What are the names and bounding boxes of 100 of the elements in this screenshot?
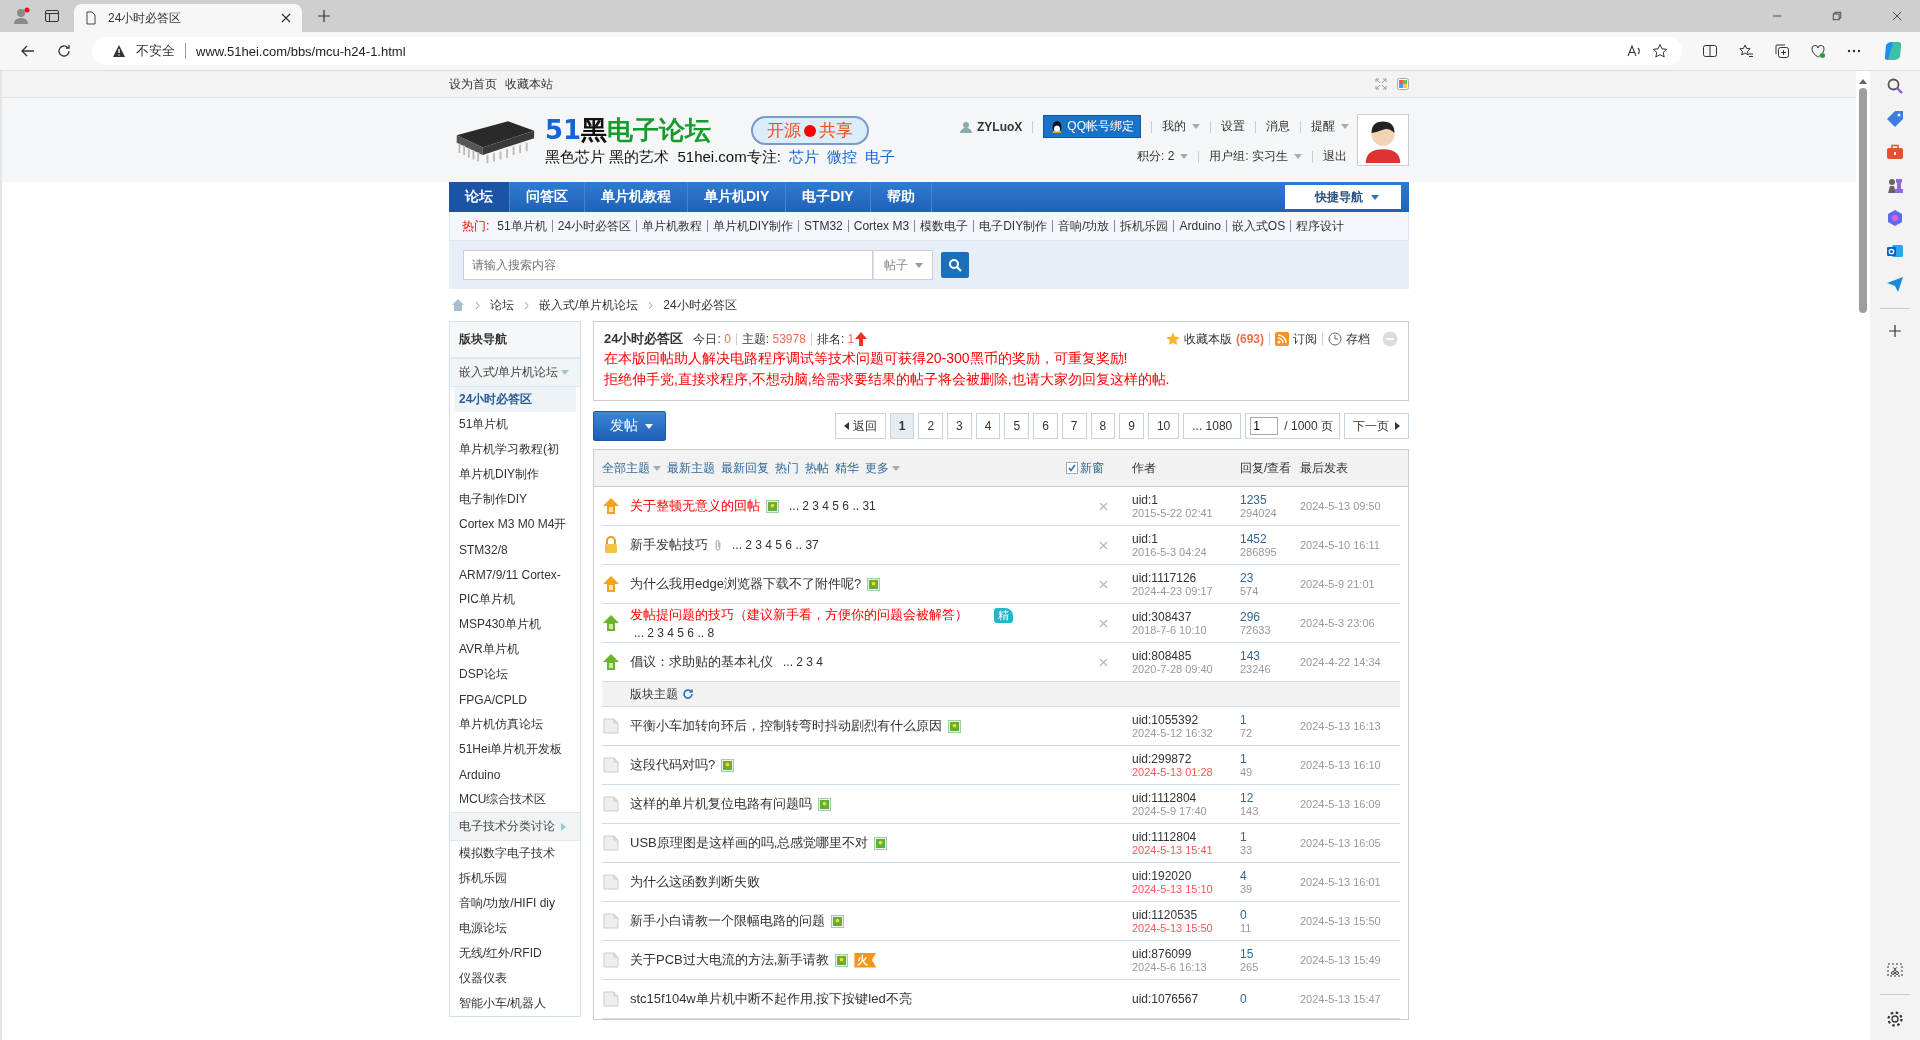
thread-pages[interactable]: ... 2 3 4 5 6 .. 8 xyxy=(634,626,1099,640)
back-icon[interactable] xyxy=(20,43,36,59)
sidebar-item[interactable]: 仪器仪表 xyxy=(454,966,576,991)
page-link[interactable]: 8 xyxy=(1090,413,1116,439)
filter-link[interactable]: 热门 xyxy=(775,459,799,477)
settings-icon[interactable] xyxy=(1886,1010,1904,1028)
sidebar-item[interactable]: 无线/红外/RFID xyxy=(454,941,576,966)
archive-link[interactable]: 存档 xyxy=(1346,330,1370,348)
author-link[interactable]: uid:1112804 xyxy=(1132,830,1240,844)
copilot-icon[interactable] xyxy=(1882,40,1904,62)
sidebar-item[interactable]: 51Hei单片机开发板 xyxy=(454,737,576,762)
top-link[interactable]: 收藏本站 xyxy=(505,75,553,93)
quick-nav-button[interactable]: 快捷导航 xyxy=(1285,185,1401,209)
filter-link[interactable]: 全部主题 xyxy=(602,459,661,477)
page-link[interactable]: 3 xyxy=(947,413,972,439)
mail-app-icon[interactable] xyxy=(1886,242,1904,260)
thread-title[interactable]: 这段代码对吗? xyxy=(630,756,716,774)
sidebar-item[interactable]: Arduino xyxy=(454,762,576,787)
author-link[interactable]: uid:1 xyxy=(1132,493,1240,507)
paper-plane-icon[interactable] xyxy=(1886,275,1904,293)
author-link[interactable]: uid:299872 xyxy=(1132,752,1240,766)
read-aloud-icon[interactable] xyxy=(1626,43,1642,59)
user-menu-link[interactable]: 提醒 xyxy=(1311,118,1349,135)
thread-title[interactable]: 发帖提问题的技巧（建议新手看，方便你的问题会被解答） xyxy=(630,606,968,624)
thread-pages[interactable]: ... 2 3 4 xyxy=(783,655,824,669)
sidebar-item[interactable]: 单片机仿真论坛 xyxy=(454,712,576,737)
reply-count[interactable]: 0 xyxy=(1240,908,1300,922)
breadcrumb-link[interactable]: 嵌入式/单片机论坛 xyxy=(539,296,639,314)
page-input[interactable]: 1 xyxy=(1250,417,1279,435)
address-bar[interactable]: 不安全 www.51hei.com/bbs/mcu-h24-1.html xyxy=(92,37,1682,65)
tag-icon[interactable] xyxy=(1886,110,1904,128)
next-page-button[interactable]: 下一页 xyxy=(1344,413,1409,439)
user-info-link[interactable]: 退出 xyxy=(1323,148,1347,165)
restore-icon[interactable] xyxy=(1832,11,1842,21)
thread-title[interactable]: 平衡小车加转向环后，控制转弯时抖动剧烈有什么原因 xyxy=(630,717,942,735)
hot-link[interactable]: 音响/功放 xyxy=(1058,217,1110,235)
favorites-icon[interactable] xyxy=(1738,43,1754,59)
tab-actions-icon[interactable] xyxy=(44,8,60,24)
hot-link[interactable]: 电子DIY制作 xyxy=(979,217,1048,235)
back-page-button[interactable]: 返回 xyxy=(834,413,886,439)
close-icon[interactable] xyxy=(1892,11,1902,21)
author-link[interactable]: uid:1112804 xyxy=(1132,791,1240,805)
page-link[interactable]: 5 xyxy=(1004,413,1030,439)
sidebar-item[interactable]: 24小时必答区 xyxy=(454,387,576,412)
reply-count[interactable]: 1 xyxy=(1240,830,1300,844)
nav-tab[interactable]: 论坛 xyxy=(449,182,510,212)
new-tab-icon[interactable] xyxy=(316,8,332,24)
author-link[interactable]: uid:1117126 xyxy=(1132,571,1240,585)
sidebar-item[interactable]: 智能小车/机器人 xyxy=(454,991,576,1016)
thread-title[interactable]: USB原理图是这样画的吗,总感觉哪里不对 xyxy=(630,834,869,852)
browser-tab[interactable]: 24小时必答区 xyxy=(74,4,302,32)
sidebar-item[interactable]: MCU综合技术区 xyxy=(454,787,576,812)
hexagon-app-icon[interactable] xyxy=(1886,209,1904,227)
hot-link[interactable]: STM32 xyxy=(804,219,843,233)
sidebar-item[interactable]: 单片机学习教程(初 xyxy=(454,437,576,462)
reply-count[interactable]: 1 xyxy=(1240,713,1300,727)
slogan-link[interactable]: 微控 xyxy=(826,148,857,167)
scrollbar-thumb[interactable] xyxy=(1859,88,1867,313)
thread-pages[interactable]: ... 2 3 4 5 6 .. 31 xyxy=(789,499,876,513)
sidebar-item[interactable]: 电子制作DIY xyxy=(454,487,576,512)
hot-link[interactable]: 单片机教程 xyxy=(642,217,703,235)
hot-link[interactable]: 程序设计 xyxy=(1296,217,1345,235)
user-info-link[interactable]: 积分: 2 xyxy=(1137,148,1189,165)
sidebar-item[interactable]: AVR单片机 xyxy=(454,637,576,662)
screenshot-icon[interactable] xyxy=(1886,961,1904,979)
color-palette-icon[interactable] xyxy=(1397,78,1409,90)
thread-title[interactable]: 关于整顿无意义的回帖 xyxy=(630,497,760,515)
reply-count[interactable]: 1452 xyxy=(1240,532,1300,546)
chess-pieces-icon[interactable] xyxy=(1886,176,1904,194)
sidebar-item[interactable]: 音响/功放/HIFI diy xyxy=(454,891,576,916)
toolbox-icon[interactable] xyxy=(1886,143,1904,161)
hot-link[interactable]: 模数电子 xyxy=(920,217,969,235)
page-link[interactable]: 2 xyxy=(918,413,944,439)
user-menu-link[interactable]: 消息 xyxy=(1266,118,1290,135)
author-link[interactable]: uid:876099 xyxy=(1132,947,1240,961)
breadcrumb-link[interactable]: 24小时必答区 xyxy=(663,296,737,314)
thread-title[interactable]: 新手发帖技巧 xyxy=(630,536,708,554)
thread-title[interactable]: 为什么我用edge浏览器下载不了附件呢? xyxy=(630,575,862,593)
thread-title[interactable]: 为什么这函数判断失败 xyxy=(630,873,760,891)
collections-icon[interactable] xyxy=(1774,43,1790,59)
refresh-icon[interactable] xyxy=(56,43,72,59)
filter-link[interactable]: 精华 xyxy=(835,459,859,477)
hot-link[interactable]: Arduino xyxy=(1179,219,1221,233)
thread-title[interactable]: 倡议：求助贴的基本礼仪 xyxy=(630,653,773,671)
username-link[interactable]: ZYLuoX xyxy=(977,119,1023,134)
fullscreen-icon[interactable] xyxy=(1375,78,1387,90)
qq-bind-button[interactable]: QQ帐号绑定 xyxy=(1043,115,1141,138)
slogan-link[interactable]: 电子 xyxy=(864,148,895,167)
filter-link[interactable]: 更多 xyxy=(865,459,900,477)
extension-icon[interactable] xyxy=(1810,43,1826,59)
profile-icon[interactable] xyxy=(12,7,30,25)
sidebar-item[interactable]: FPGA/CPLD xyxy=(454,687,576,712)
hot-link[interactable]: Cortex M3 xyxy=(853,219,910,233)
reply-count[interactable]: 1235 xyxy=(1240,493,1300,507)
filter-link[interactable]: 最新主题 xyxy=(667,459,715,477)
reply-count[interactable]: 23 xyxy=(1240,571,1300,585)
breadcrumb-link[interactable]: 论坛 xyxy=(490,296,514,314)
avatar[interactable] xyxy=(1357,114,1409,166)
sidebar-item[interactable]: 模拟数字电子技术 xyxy=(454,841,576,866)
author-link[interactable]: uid:308437 xyxy=(1132,610,1240,624)
